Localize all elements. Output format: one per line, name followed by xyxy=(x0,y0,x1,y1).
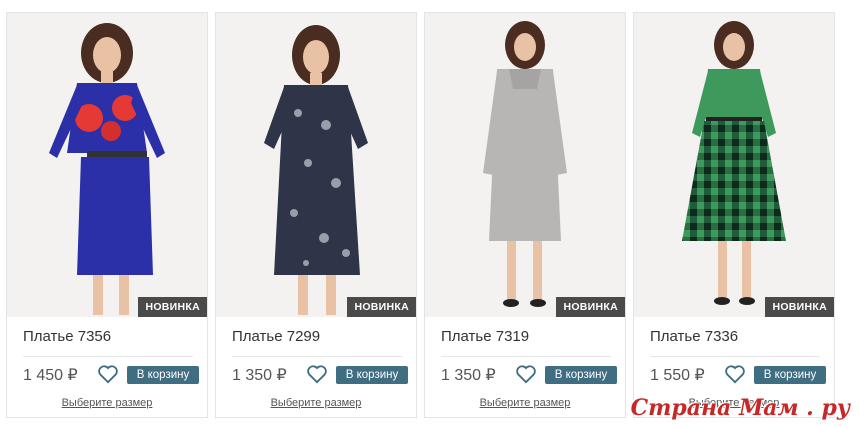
add-to-cart-button[interactable]: В корзину xyxy=(336,366,408,384)
site-watermark: Страна Мам . ру xyxy=(630,395,850,421)
divider xyxy=(232,356,402,357)
add-to-cart-button[interactable]: В корзину xyxy=(545,366,617,384)
divider xyxy=(23,356,193,357)
heart-icon[interactable] xyxy=(724,364,746,384)
new-badge: НОВИНКА xyxy=(138,297,207,317)
product-grid: НОВИНКА Платье 7356 1 450 ₽ В корзину Вы… xyxy=(6,12,838,418)
divider xyxy=(650,356,820,357)
product-card: НОВИНКА Платье 7336 1 550 ₽ В корзину Вы… xyxy=(633,12,835,418)
product-title[interactable]: Платье 7319 xyxy=(441,328,529,345)
product-price: 1 350 ₽ xyxy=(441,367,496,384)
add-to-cart-button[interactable]: В корзину xyxy=(754,366,826,384)
add-to-cart-button[interactable]: В корзину xyxy=(127,366,199,384)
heart-icon[interactable] xyxy=(97,364,119,384)
product-photo[interactable]: НОВИНКА xyxy=(425,13,625,317)
new-badge: НОВИНКА xyxy=(347,297,416,317)
choose-size-link[interactable]: Выберите размер xyxy=(7,397,207,409)
heart-icon[interactable] xyxy=(306,364,328,384)
new-badge: НОВИНКА xyxy=(556,297,625,317)
product-photo[interactable]: НОВИНКА xyxy=(634,13,834,317)
product-price: 1 450 ₽ xyxy=(23,367,78,384)
product-title[interactable]: Платье 7336 xyxy=(650,328,738,345)
new-badge: НОВИНКА xyxy=(765,297,834,317)
product-price: 1 550 ₽ xyxy=(650,367,705,384)
product-card: НОВИНКА Платье 7319 1 350 ₽ В корзину Вы… xyxy=(424,12,626,418)
product-card: НОВИНКА Платье 7356 1 450 ₽ В корзину Вы… xyxy=(6,12,208,418)
choose-size-link[interactable]: Выберите размер xyxy=(425,397,625,409)
product-title[interactable]: Платье 7299 xyxy=(232,328,320,345)
product-photo[interactable]: НОВИНКА xyxy=(7,13,207,317)
product-photo[interactable]: НОВИНКА xyxy=(216,13,416,317)
product-title[interactable]: Платье 7356 xyxy=(23,328,111,345)
product-card: НОВИНКА Платье 7299 1 350 ₽ В корзину Вы… xyxy=(215,12,417,418)
choose-size-link[interactable]: Выберите размер xyxy=(216,397,416,409)
divider xyxy=(441,356,611,357)
product-price: 1 350 ₽ xyxy=(232,367,287,384)
heart-icon[interactable] xyxy=(515,364,537,384)
